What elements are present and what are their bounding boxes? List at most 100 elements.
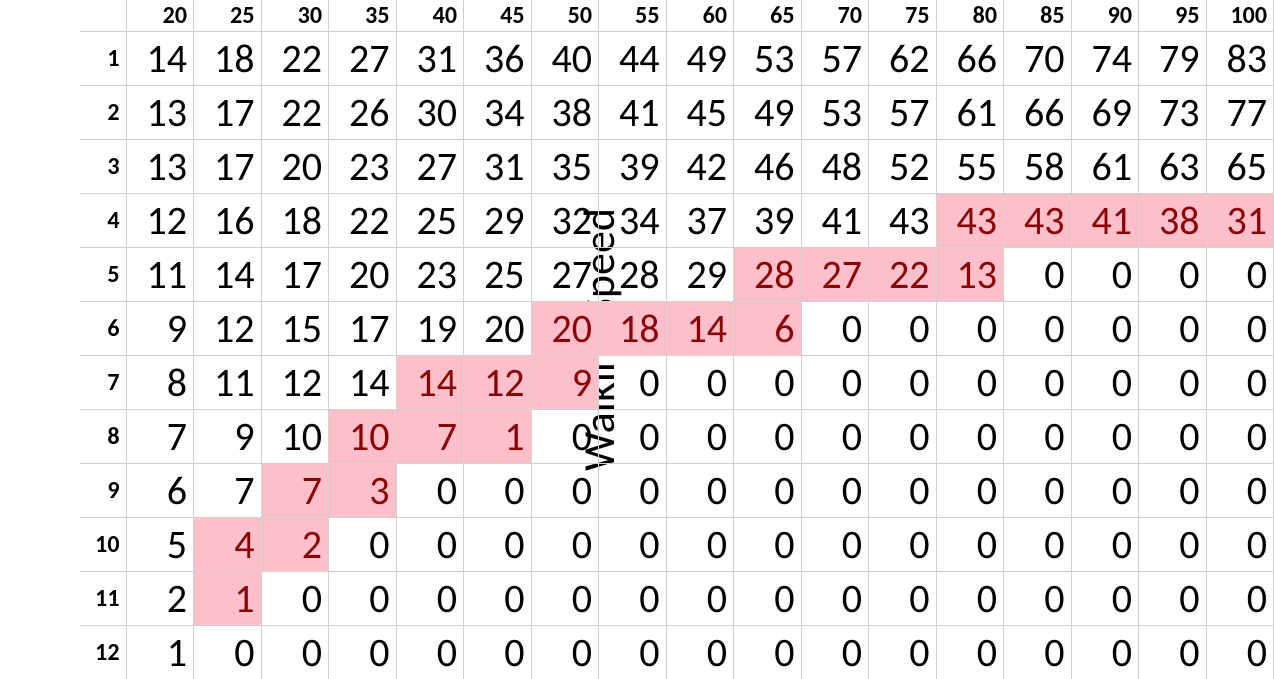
row-header: 2 xyxy=(80,86,126,140)
data-cell: 0 xyxy=(1139,302,1207,356)
data-cell: 66 xyxy=(1004,86,1072,140)
data-cell: 53 xyxy=(734,32,802,86)
data-cell: 12 xyxy=(261,356,329,410)
column-header: 55 xyxy=(599,0,667,32)
data-cell: 30 xyxy=(396,86,464,140)
data-cell: 41 xyxy=(599,86,667,140)
highlighted-cell: 14 xyxy=(396,356,464,410)
data-cell: 0 xyxy=(464,572,532,626)
table-row: 11418222731364044495357626670747983 xyxy=(80,32,1274,86)
data-cell: 29 xyxy=(464,194,532,248)
data-cell: 69 xyxy=(1071,86,1139,140)
data-cell: 0 xyxy=(396,464,464,518)
data-cell: 42 xyxy=(666,140,734,194)
data-cell: 0 xyxy=(666,518,734,572)
data-cell: 0 xyxy=(1139,248,1207,302)
data-cell: 32 xyxy=(531,194,599,248)
data-cell: 7 xyxy=(194,464,262,518)
data-cell: 0 xyxy=(1071,410,1139,464)
data-cell: 43 xyxy=(869,194,937,248)
data-cell: 27 xyxy=(396,140,464,194)
data-cell: 57 xyxy=(869,86,937,140)
row-header: 12 xyxy=(80,626,126,679)
corner-cell xyxy=(80,0,126,32)
data-cell: 14 xyxy=(126,32,194,86)
data-cell: 83 xyxy=(1206,32,1274,86)
highlighted-cell: 4 xyxy=(194,518,262,572)
column-header: 95 xyxy=(1139,0,1207,32)
table-row: 87910107100000000000 xyxy=(80,410,1274,464)
data-cell: 0 xyxy=(1004,626,1072,679)
data-cell: 0 xyxy=(734,356,802,410)
data-cell: 29 xyxy=(666,248,734,302)
data-cell: 27 xyxy=(531,248,599,302)
highlighted-cell: 43 xyxy=(936,194,1004,248)
data-cell: 2 xyxy=(126,572,194,626)
data-cell: 38 xyxy=(531,86,599,140)
data-cell: 12 xyxy=(126,194,194,248)
data-cell: 27 xyxy=(329,32,397,86)
lookup-table: 2025303540455055606570758085909510011418… xyxy=(80,0,1274,679)
column-header: 70 xyxy=(801,0,869,32)
highlighted-cell: 31 xyxy=(1206,194,1274,248)
highlighted-cell: 18 xyxy=(599,302,667,356)
data-cell: 0 xyxy=(801,410,869,464)
row-header: 6 xyxy=(80,302,126,356)
data-cell: 77 xyxy=(1206,86,1274,140)
data-cell: 20 xyxy=(464,302,532,356)
highlighted-cell: 10 xyxy=(329,410,397,464)
highlighted-cell: 2 xyxy=(261,518,329,572)
data-cell: 14 xyxy=(194,248,262,302)
highlighted-cell: 28 xyxy=(734,248,802,302)
data-cell: 0 xyxy=(734,518,802,572)
column-header: 85 xyxy=(1004,0,1072,32)
column-header: 75 xyxy=(869,0,937,32)
data-cell: 49 xyxy=(666,32,734,86)
data-cell: 41 xyxy=(801,194,869,248)
data-cell: 49 xyxy=(734,86,802,140)
data-cell: 0 xyxy=(869,356,937,410)
data-cell: 58 xyxy=(1004,140,1072,194)
data-cell: 70 xyxy=(1004,32,1072,86)
data-cell: 35 xyxy=(531,140,599,194)
data-cell: 55 xyxy=(936,140,1004,194)
column-header: 65 xyxy=(734,0,802,32)
data-cell: 0 xyxy=(869,518,937,572)
data-cell: 0 xyxy=(396,518,464,572)
data-cell: 7 xyxy=(126,410,194,464)
data-cell: 0 xyxy=(1139,410,1207,464)
column-header: 50 xyxy=(531,0,599,32)
data-cell: 19 xyxy=(396,302,464,356)
data-cell: 0 xyxy=(464,464,532,518)
column-header: 80 xyxy=(936,0,1004,32)
data-cell: 0 xyxy=(936,302,1004,356)
data-cell: 0 xyxy=(666,626,734,679)
data-cell: 6 xyxy=(126,464,194,518)
highlighted-cell: 6 xyxy=(734,302,802,356)
data-cell: 8 xyxy=(126,356,194,410)
highlighted-cell: 1 xyxy=(194,572,262,626)
highlighted-cell: 7 xyxy=(396,410,464,464)
data-cell: 0 xyxy=(1071,248,1139,302)
data-cell: 5 xyxy=(126,518,194,572)
table-row: 78111214141290000000000 xyxy=(80,356,1274,410)
column-header: 60 xyxy=(666,0,734,32)
highlighted-cell: 22 xyxy=(869,248,937,302)
table-row: 1210000000000000000 xyxy=(80,626,1274,679)
data-cell: 44 xyxy=(599,32,667,86)
data-cell: 11 xyxy=(194,356,262,410)
column-header: 35 xyxy=(329,0,397,32)
data-cell: 0 xyxy=(1071,302,1139,356)
data-cell: 22 xyxy=(261,86,329,140)
data-cell: 0 xyxy=(599,410,667,464)
data-cell: 62 xyxy=(869,32,937,86)
data-cell: 0 xyxy=(396,626,464,679)
row-header: 11 xyxy=(80,572,126,626)
data-cell: 23 xyxy=(396,248,464,302)
data-cell: 0 xyxy=(734,572,802,626)
data-cell: 0 xyxy=(936,518,1004,572)
data-cell: 63 xyxy=(1139,140,1207,194)
data-cell: 23 xyxy=(329,140,397,194)
column-header: 100 xyxy=(1206,0,1274,32)
highlighted-cell: 1 xyxy=(464,410,532,464)
